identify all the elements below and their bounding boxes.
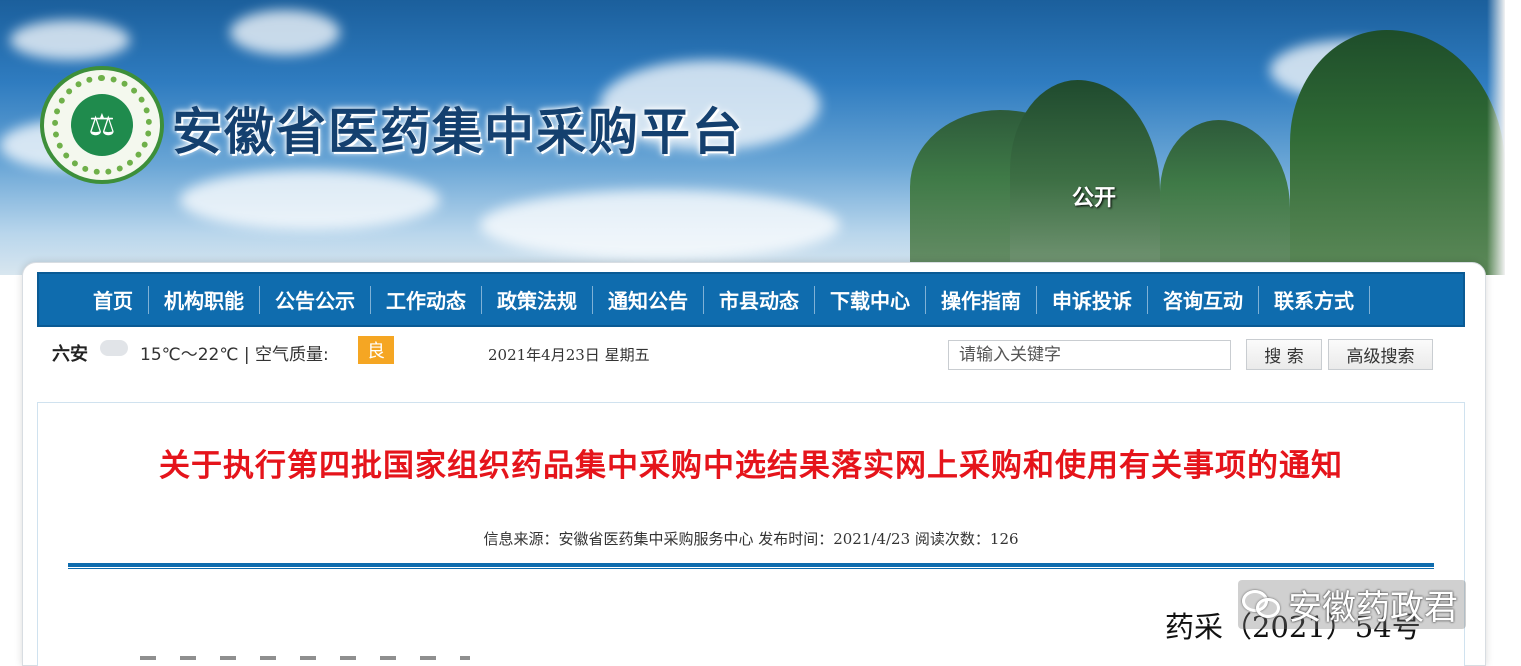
wechat-watermark: 安徽药政君 [1238,580,1466,629]
main-nav: 首页 机构职能 公告公示 工作动态 政策法规 通知公告 市县动态 下载中心 操作… [37,272,1465,327]
nav-item-functions[interactable]: 机构职能 [149,285,260,314]
site-logo[interactable]: ⚖ [40,66,164,184]
wechat-icon [1242,588,1282,622]
nav-item-announcements[interactable]: 公告公示 [260,285,371,314]
next-line-text-fragment [140,656,470,660]
article-title: 关于执行第四批国家组织药品集中采购中选结果落实网上采购和使用有关事项的通知 [159,448,1343,484]
current-date: 2021年4月23日 星期五 [488,346,650,364]
nav-item-notices[interactable]: 通知公告 [593,285,704,314]
site-title: 安徽省医药集中采购平台 [172,102,744,161]
search-input[interactable] [948,340,1231,370]
nav-item-home[interactable]: 首页 [85,285,149,314]
nav-item-policies[interactable]: 政策法规 [482,285,593,314]
weather-temperature: 15℃～22℃ | 空气质量: [140,345,329,365]
weather-city: 六安 [52,344,88,365]
watermark-text: 安徽药政君 [1288,588,1458,628]
search-button[interactable]: 搜 索 [1246,339,1322,370]
article-divider [68,563,1434,569]
nav-item-complaints[interactable]: 申诉投诉 [1037,285,1148,314]
banner-tag: 公开 [1072,186,1117,211]
article-meta: 信息来源：安徽省医药集中采购服务中心 发布时间：2021/4/23 阅读次数：1… [483,530,1019,548]
air-quality-badge: 良 [358,336,394,364]
advanced-search-button[interactable]: 高级搜索 [1328,339,1433,370]
cloudy-weather-icon [100,340,128,356]
nav-item-consult[interactable]: 咨询互动 [1148,285,1259,314]
nav-item-downloads[interactable]: 下载中心 [815,285,926,314]
nav-item-contact[interactable]: 联系方式 [1259,285,1370,314]
nav-item-guide[interactable]: 操作指南 [926,285,1037,314]
header-banner: ⚖ 安徽省医药集中采购平台 公开 [0,0,1505,275]
nav-item-city-news[interactable]: 市县动态 [704,285,815,314]
nav-item-work-news[interactable]: 工作动态 [371,285,482,314]
